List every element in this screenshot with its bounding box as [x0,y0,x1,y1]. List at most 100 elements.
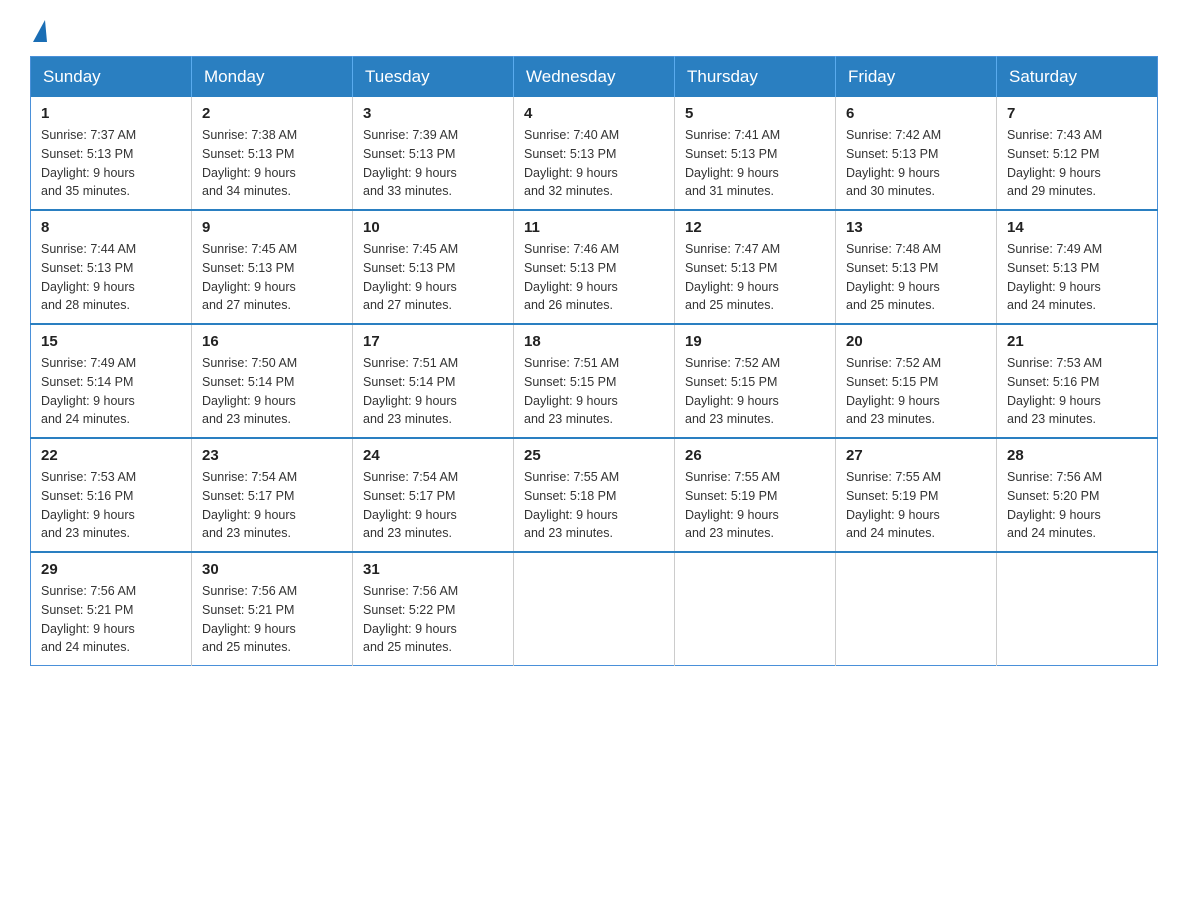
day-number: 20 [846,333,986,350]
day-info: Sunrise: 7:45 AMSunset: 5:13 PMDaylight:… [363,240,503,315]
calendar-week-row: 29 Sunrise: 7:56 AMSunset: 5:21 PMDaylig… [31,552,1158,666]
calendar-cell: 28 Sunrise: 7:56 AMSunset: 5:20 PMDaylig… [997,438,1158,552]
day-number: 25 [524,447,664,464]
day-info: Sunrise: 7:51 AMSunset: 5:14 PMDaylight:… [363,354,503,429]
logo [30,20,47,36]
logo-triangle-icon [33,20,47,42]
calendar-cell: 1 Sunrise: 7:37 AMSunset: 5:13 PMDayligh… [31,97,192,210]
calendar-cell: 25 Sunrise: 7:55 AMSunset: 5:18 PMDaylig… [514,438,675,552]
day-number: 5 [685,105,825,122]
day-number: 16 [202,333,342,350]
calendar-cell [514,552,675,666]
calendar-cell: 2 Sunrise: 7:38 AMSunset: 5:13 PMDayligh… [192,97,353,210]
header-monday: Monday [192,57,353,98]
header-sunday: Sunday [31,57,192,98]
day-number: 24 [363,447,503,464]
header-wednesday: Wednesday [514,57,675,98]
day-number: 22 [41,447,181,464]
day-number: 28 [1007,447,1147,464]
day-number: 31 [363,561,503,578]
day-number: 3 [363,105,503,122]
day-number: 11 [524,219,664,236]
calendar-cell: 18 Sunrise: 7:51 AMSunset: 5:15 PMDaylig… [514,324,675,438]
day-info: Sunrise: 7:54 AMSunset: 5:17 PMDaylight:… [363,468,503,543]
day-info: Sunrise: 7:56 AMSunset: 5:21 PMDaylight:… [41,582,181,657]
header-friday: Friday [836,57,997,98]
calendar-week-row: 1 Sunrise: 7:37 AMSunset: 5:13 PMDayligh… [31,97,1158,210]
calendar-cell: 19 Sunrise: 7:52 AMSunset: 5:15 PMDaylig… [675,324,836,438]
calendar-cell: 30 Sunrise: 7:56 AMSunset: 5:21 PMDaylig… [192,552,353,666]
calendar-cell: 7 Sunrise: 7:43 AMSunset: 5:12 PMDayligh… [997,97,1158,210]
day-info: Sunrise: 7:44 AMSunset: 5:13 PMDaylight:… [41,240,181,315]
day-info: Sunrise: 7:55 AMSunset: 5:19 PMDaylight:… [685,468,825,543]
day-number: 17 [363,333,503,350]
day-info: Sunrise: 7:50 AMSunset: 5:14 PMDaylight:… [202,354,342,429]
day-info: Sunrise: 7:56 AMSunset: 5:22 PMDaylight:… [363,582,503,657]
calendar-cell: 9 Sunrise: 7:45 AMSunset: 5:13 PMDayligh… [192,210,353,324]
header [30,20,1158,36]
day-number: 15 [41,333,181,350]
day-info: Sunrise: 7:38 AMSunset: 5:13 PMDaylight:… [202,126,342,201]
day-number: 4 [524,105,664,122]
day-info: Sunrise: 7:53 AMSunset: 5:16 PMDaylight:… [1007,354,1147,429]
calendar-cell: 22 Sunrise: 7:53 AMSunset: 5:16 PMDaylig… [31,438,192,552]
day-info: Sunrise: 7:51 AMSunset: 5:15 PMDaylight:… [524,354,664,429]
calendar-cell: 20 Sunrise: 7:52 AMSunset: 5:15 PMDaylig… [836,324,997,438]
day-info: Sunrise: 7:55 AMSunset: 5:19 PMDaylight:… [846,468,986,543]
day-info: Sunrise: 7:43 AMSunset: 5:12 PMDaylight:… [1007,126,1147,201]
calendar-week-row: 22 Sunrise: 7:53 AMSunset: 5:16 PMDaylig… [31,438,1158,552]
day-info: Sunrise: 7:52 AMSunset: 5:15 PMDaylight:… [685,354,825,429]
day-info: Sunrise: 7:54 AMSunset: 5:17 PMDaylight:… [202,468,342,543]
calendar-header-row: SundayMondayTuesdayWednesdayThursdayFrid… [31,57,1158,98]
day-info: Sunrise: 7:52 AMSunset: 5:15 PMDaylight:… [846,354,986,429]
day-number: 2 [202,105,342,122]
day-info: Sunrise: 7:37 AMSunset: 5:13 PMDaylight:… [41,126,181,201]
day-info: Sunrise: 7:48 AMSunset: 5:13 PMDaylight:… [846,240,986,315]
day-number: 19 [685,333,825,350]
calendar-cell: 14 Sunrise: 7:49 AMSunset: 5:13 PMDaylig… [997,210,1158,324]
calendar-cell: 24 Sunrise: 7:54 AMSunset: 5:17 PMDaylig… [353,438,514,552]
calendar-cell [675,552,836,666]
day-number: 14 [1007,219,1147,236]
day-number: 27 [846,447,986,464]
day-number: 12 [685,219,825,236]
day-number: 23 [202,447,342,464]
calendar-week-row: 8 Sunrise: 7:44 AMSunset: 5:13 PMDayligh… [31,210,1158,324]
calendar-cell: 29 Sunrise: 7:56 AMSunset: 5:21 PMDaylig… [31,552,192,666]
calendar-cell: 27 Sunrise: 7:55 AMSunset: 5:19 PMDaylig… [836,438,997,552]
day-info: Sunrise: 7:56 AMSunset: 5:20 PMDaylight:… [1007,468,1147,543]
calendar-cell [836,552,997,666]
day-info: Sunrise: 7:56 AMSunset: 5:21 PMDaylight:… [202,582,342,657]
day-number: 21 [1007,333,1147,350]
day-number: 10 [363,219,503,236]
day-info: Sunrise: 7:40 AMSunset: 5:13 PMDaylight:… [524,126,664,201]
day-info: Sunrise: 7:49 AMSunset: 5:13 PMDaylight:… [1007,240,1147,315]
calendar-cell: 16 Sunrise: 7:50 AMSunset: 5:14 PMDaylig… [192,324,353,438]
day-number: 7 [1007,105,1147,122]
day-info: Sunrise: 7:46 AMSunset: 5:13 PMDaylight:… [524,240,664,315]
calendar-week-row: 15 Sunrise: 7:49 AMSunset: 5:14 PMDaylig… [31,324,1158,438]
calendar-cell: 3 Sunrise: 7:39 AMSunset: 5:13 PMDayligh… [353,97,514,210]
calendar-cell: 23 Sunrise: 7:54 AMSunset: 5:17 PMDaylig… [192,438,353,552]
day-info: Sunrise: 7:39 AMSunset: 5:13 PMDaylight:… [363,126,503,201]
calendar-cell: 13 Sunrise: 7:48 AMSunset: 5:13 PMDaylig… [836,210,997,324]
day-number: 13 [846,219,986,236]
calendar-cell: 11 Sunrise: 7:46 AMSunset: 5:13 PMDaylig… [514,210,675,324]
day-info: Sunrise: 7:53 AMSunset: 5:16 PMDaylight:… [41,468,181,543]
calendar-cell: 4 Sunrise: 7:40 AMSunset: 5:13 PMDayligh… [514,97,675,210]
calendar-cell: 26 Sunrise: 7:55 AMSunset: 5:19 PMDaylig… [675,438,836,552]
day-number: 8 [41,219,181,236]
day-number: 9 [202,219,342,236]
header-saturday: Saturday [997,57,1158,98]
day-info: Sunrise: 7:49 AMSunset: 5:14 PMDaylight:… [41,354,181,429]
day-number: 29 [41,561,181,578]
logo-line1 [30,20,47,40]
calendar-cell: 10 Sunrise: 7:45 AMSunset: 5:13 PMDaylig… [353,210,514,324]
calendar-cell: 12 Sunrise: 7:47 AMSunset: 5:13 PMDaylig… [675,210,836,324]
day-info: Sunrise: 7:47 AMSunset: 5:13 PMDaylight:… [685,240,825,315]
day-number: 18 [524,333,664,350]
calendar-cell: 6 Sunrise: 7:42 AMSunset: 5:13 PMDayligh… [836,97,997,210]
day-number: 26 [685,447,825,464]
calendar-cell: 5 Sunrise: 7:41 AMSunset: 5:13 PMDayligh… [675,97,836,210]
day-info: Sunrise: 7:55 AMSunset: 5:18 PMDaylight:… [524,468,664,543]
